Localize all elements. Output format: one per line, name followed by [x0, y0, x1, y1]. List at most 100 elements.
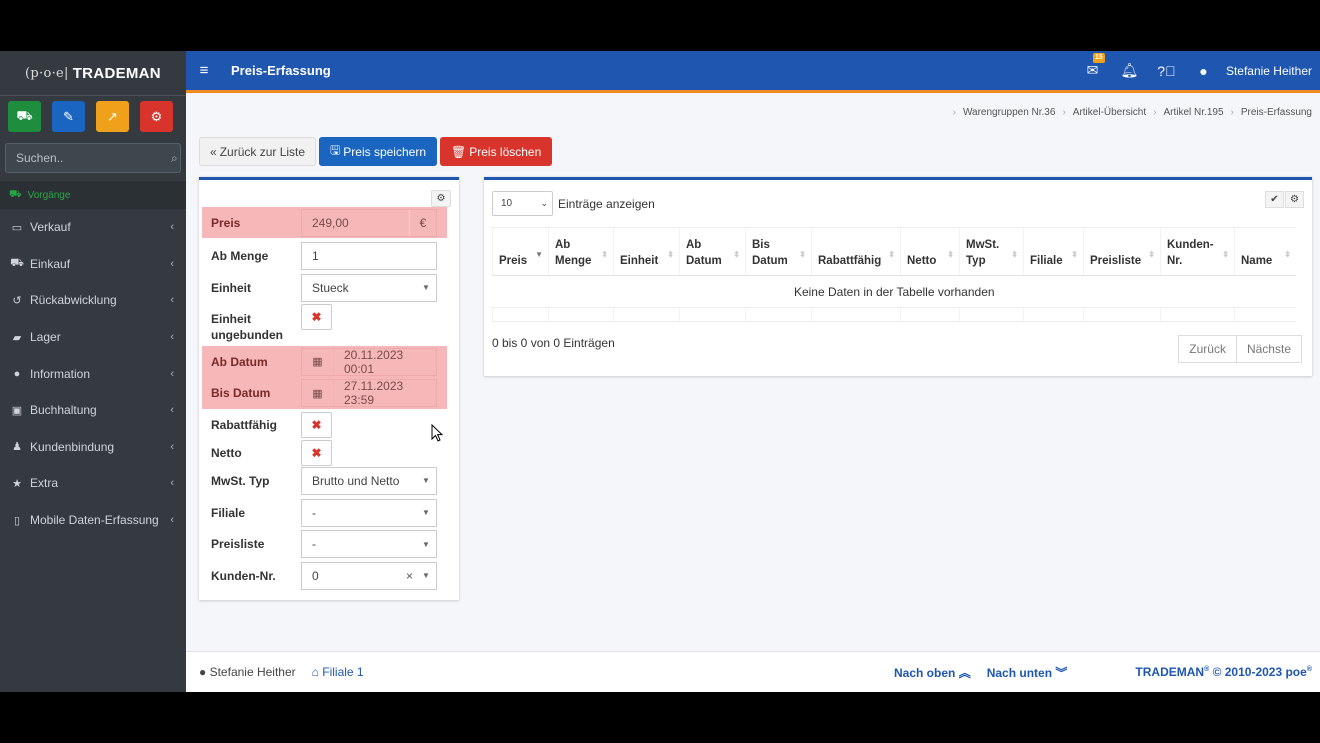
quick-edit-button[interactable]: ✎	[52, 101, 85, 132]
quick-cart-button[interactable]: ⛟	[8, 101, 41, 132]
quick-settings-button[interactable]: ⚙	[140, 101, 173, 132]
sidebar-item-verkauf[interactable]: ▭ Verkauf ‹	[0, 209, 186, 246]
sidebar-item-mobile-daten-erfassung[interactable]: ▯ Mobile Daten-Erfassung ‹	[0, 502, 186, 539]
form-row-preis: Preis 249,00 €	[202, 207, 447, 238]
footer-filiale-link[interactable]: ⌂ Filiale 1	[312, 665, 364, 679]
ab-menge-input[interactable]: 1	[301, 241, 437, 270]
cogs-icon[interactable]: ⚙	[431, 190, 451, 207]
filter-cell	[1083, 307, 1161, 322]
quick-chart-button[interactable]: ↗	[96, 101, 129, 132]
footer: ● Stefanie Heither ⌂ Filiale 1 Nach oben…	[186, 651, 1320, 692]
sidebar-item-rueckabwicklung[interactable]: ↺ Rückabwicklung ‹	[0, 282, 186, 319]
sidebar-search: ⌕	[5, 143, 181, 173]
cart-icon: ⛟	[16, 107, 33, 123]
sidebar-item-label: Einkauf	[30, 256, 71, 271]
filter-cell	[679, 307, 746, 322]
bis-datum-input[interactable]: ▦ 27.11.2023 23:59	[301, 379, 437, 407]
column-header-einheit[interactable]: Einheit ⬍	[613, 227, 680, 276]
column-header-rabattfaehig[interactable]: Rabattfähig ⬍	[811, 227, 901, 276]
sort-icon: ⬍	[1071, 250, 1078, 259]
copyright-brand[interactable]: TRADEMAN	[1135, 665, 1204, 679]
page-length-select[interactable]: 10 ⌄	[492, 191, 553, 216]
column-header-filiale[interactable]: Filiale ⬍	[1023, 227, 1084, 276]
help-icon[interactable]: ?⃝	[1148, 63, 1185, 79]
column-header-kunden-nr[interactable]: Kunden- Nr. ⬍	[1160, 227, 1235, 276]
search-input[interactable]	[16, 151, 171, 165]
sort-icon: ⬍	[1148, 250, 1155, 259]
column-label: Typ	[966, 255, 986, 267]
pagination-prev-button[interactable]: Zurück	[1178, 335, 1237, 363]
column-label: Filiale	[1030, 255, 1063, 267]
sort-desc-icon: ▼	[535, 250, 543, 259]
einheit-select[interactable]: Stueck ▼	[301, 273, 437, 302]
check-icon[interactable]: ✔	[1265, 191, 1284, 208]
clear-icon[interactable]: ×	[406, 569, 416, 583]
chevron-left-icon: ‹	[170, 440, 174, 453]
table-info: 0 bis 0 von 0 Einträgen	[492, 336, 615, 350]
kunden-nr-select[interactable]: 0 × ▼	[301, 561, 437, 590]
nav-head-vorgaenge[interactable]: ⛟ Vorgänge	[0, 181, 186, 209]
sidebar-item-label: Buchhaltung	[30, 403, 97, 418]
ab-datum-input[interactable]: ▦ 20.11.2023 00:01	[301, 347, 437, 376]
scroll-bottom-link[interactable]: Nach unten ︾	[987, 664, 1068, 681]
user-name[interactable]: Stefanie Heither	[1222, 64, 1320, 78]
bis-datum-value: 27.11.2023 23:59	[344, 379, 404, 407]
double-chevron-up-icon: ︽	[958, 665, 971, 680]
breadcrumb-item[interactable]: Artikel-Übersicht	[1073, 107, 1146, 118]
pagination-next-button[interactable]: Nächste	[1236, 335, 1302, 363]
preisliste-select[interactable]: - ▼	[301, 530, 437, 558]
star-icon: ★	[12, 477, 22, 490]
sidebar-nav: ▭ Verkauf ‹ ⛟ Einkauf ‹ ↺ Rückabwicklung ‹ ▰ La…	[0, 209, 186, 538]
column-header-name[interactable]: Name ⬍	[1234, 227, 1296, 276]
bis-datum-label: Bis Datum	[211, 386, 271, 400]
filter-cell	[1160, 307, 1235, 322]
caret-down-icon: ▼	[422, 571, 430, 580]
sidebar-item-kundenbindung[interactable]: ♟ Kundenbindung ‹	[0, 429, 186, 466]
column-header-bis-datum[interactable]: Bis Datum ⬍	[745, 227, 812, 276]
mwst-typ-select[interactable]: Brutto und Netto ▼	[301, 466, 437, 495]
filiale-select[interactable]: - ▼	[301, 498, 437, 527]
column-header-ab-datum[interactable]: Ab Datum ⬍	[679, 227, 746, 276]
column-header-preis[interactable]: Preis ▼	[492, 227, 549, 276]
save-price-button[interactable]: 🖫 Preis speichern	[319, 137, 437, 166]
cogs-icon: ⚙	[150, 108, 163, 124]
sidebar-item-buchhaltung[interactable]: ▣ Buchhaltung ‹	[0, 392, 186, 429]
sidebar-item-lager[interactable]: ▰ Lager ‹	[0, 319, 186, 356]
scroll-top-link[interactable]: Nach oben ︽	[894, 664, 971, 681]
breadcrumb-item[interactable]: Artikel Nr.195	[1163, 107, 1223, 118]
bell-icon[interactable]: 🔔︎	[1111, 62, 1148, 79]
breadcrumb-item[interactable]: Warengruppen Nr.36	[963, 107, 1055, 118]
netto-toggle[interactable]: ✖	[301, 440, 332, 466]
einheit-ungebunden-toggle[interactable]: ✖	[301, 304, 332, 330]
column-header-mwst-typ[interactable]: MwSt. Typ ⬍	[959, 227, 1024, 276]
back-to-list-button[interactable]: «Zurück zur Liste	[199, 137, 317, 166]
column-label: Datum	[686, 255, 722, 267]
sidebar-item-extra[interactable]: ★ Extra ‹	[0, 465, 186, 502]
cross-icon: ✖	[311, 417, 322, 432]
mwst-typ-value: Brutto und Netto	[312, 473, 400, 488]
preis-input[interactable]: 249,00 €	[301, 208, 437, 237]
brand-logo[interactable]: (p·o·e| TRADEMAN	[0, 51, 186, 96]
form-row-mwst-typ: MwSt. Typ Brutto und Netto ▼	[202, 465, 447, 496]
brand-poe: (p·o·e|	[25, 65, 69, 81]
sidebar-item-einkauf[interactable]: ⛟ Einkauf ‹	[0, 246, 186, 283]
undo-icon: ↺	[12, 294, 22, 307]
column-header-preisliste[interactable]: Preisliste ⬍	[1083, 227, 1161, 276]
sidebar-item-information[interactable]: ● Information ‹	[0, 355, 186, 392]
column-header-ab-menge[interactable]: Ab Menge ⬍	[548, 227, 614, 276]
page-length-label: Einträge anzeigen	[558, 196, 655, 211]
menu-toggle-icon[interactable]: ≡	[186, 62, 222, 79]
form-row-einheit: Einheit Stueck ▼	[202, 272, 447, 303]
user-icon[interactable]: ●	[1185, 63, 1222, 79]
breadcrumb-separator: ›	[1153, 107, 1157, 118]
sidebar-item-label: Information	[30, 366, 91, 381]
rabattfaehig-toggle[interactable]: ✖	[301, 411, 332, 438]
column-header-netto[interactable]: Netto ⬍	[900, 227, 960, 276]
calendar-icon: ▦	[302, 348, 334, 375]
search-icon[interactable]: ⌕	[171, 151, 178, 166]
cogs-icon[interactable]: ⚙	[1285, 191, 1304, 208]
chevron-left-icon: ‹	[170, 477, 174, 490]
action-bar: «Zurück zur Liste 🖫 Preis speichern 🗑︎ Pre…	[199, 137, 553, 166]
mail-icon[interactable]: ✉ 15	[1074, 53, 1111, 79]
delete-price-button[interactable]: 🗑︎ Preis löschen	[440, 137, 553, 166]
